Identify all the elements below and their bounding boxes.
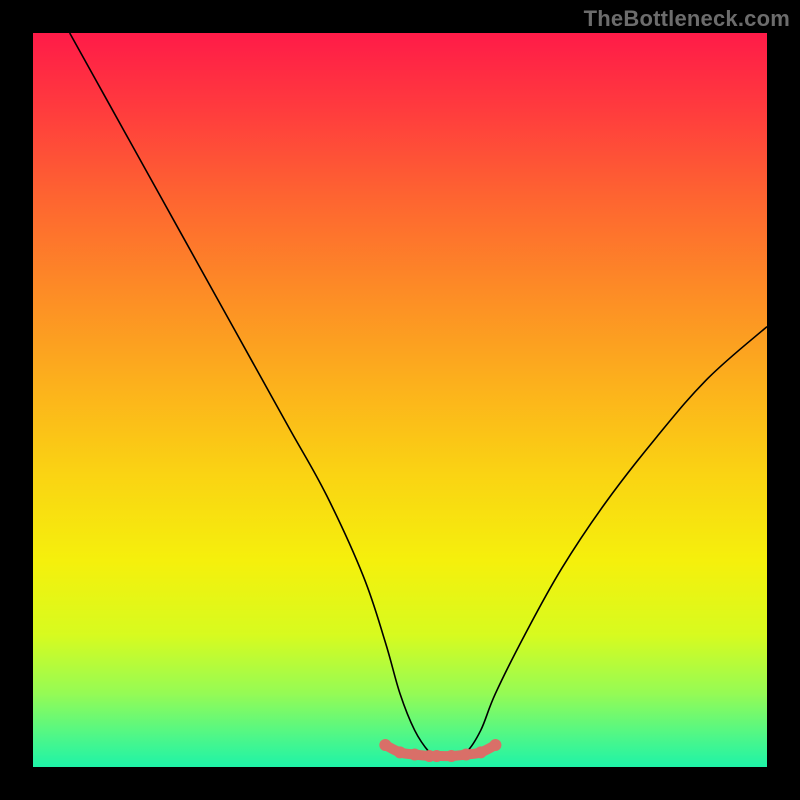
optimal-range-marker bbox=[445, 750, 457, 762]
optimal-range-marker bbox=[379, 739, 391, 751]
optimal-range-marker bbox=[489, 739, 501, 751]
optimal-range-marker bbox=[394, 746, 406, 758]
optimal-range-marker bbox=[431, 750, 443, 762]
chart-frame bbox=[0, 0, 800, 800]
watermark-text: TheBottleneck.com bbox=[584, 6, 790, 32]
optimal-range-marker bbox=[475, 746, 487, 758]
plot-background bbox=[33, 33, 767, 767]
bottleneck-chart bbox=[0, 0, 800, 800]
optimal-range-marker bbox=[460, 749, 472, 761]
optimal-range-marker bbox=[409, 749, 421, 761]
